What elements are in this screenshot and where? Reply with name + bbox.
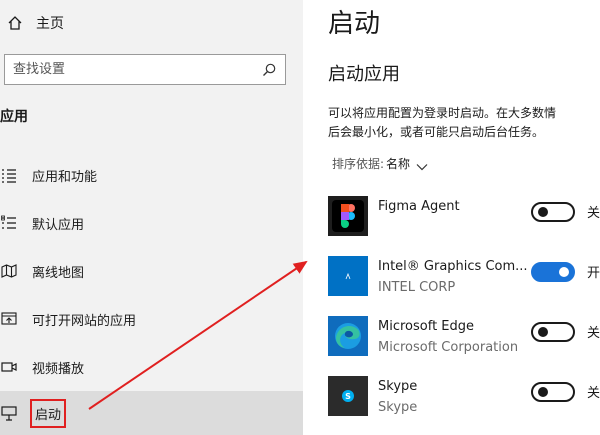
- page-subtitle: 启动应用: [328, 64, 400, 85]
- sidebar-item-apps-features[interactable]: 应用和功能: [0, 153, 303, 197]
- skype-icon: S: [328, 376, 368, 416]
- svg-text:S: S: [345, 392, 351, 401]
- description: 可以将应用配置为登录时启动。在大多数情 后会最小化，或者可能只启动后台任务。: [328, 104, 600, 142]
- sort-value: 名称: [386, 157, 411, 171]
- app-publisher: Skype: [378, 400, 418, 415]
- sidebar-item-default-apps[interactable]: 默认应用: [0, 201, 303, 245]
- home-icon: [4, 12, 26, 34]
- description-line: 可以将应用配置为登录时启动。在大多数情: [328, 106, 557, 120]
- list-icon: [0, 166, 18, 184]
- startup-toggle[interactable]: [531, 382, 575, 402]
- app-name: Skype: [378, 379, 418, 394]
- home-label: 主页: [36, 16, 64, 32]
- home-link[interactable]: 主页: [4, 10, 64, 36]
- list-item: S Skype Skype 关: [328, 376, 600, 420]
- toggle-state: 关: [587, 206, 600, 221]
- search-input[interactable]: [5, 55, 253, 84]
- sidebar-item-startup[interactable]: 启动: [0, 391, 303, 435]
- page-title: 启动: [328, 9, 381, 39]
- search-box[interactable]: [4, 54, 286, 85]
- sidebar: 主页 应用 应用和功能 默认应用 离线地图 可打开网站的应用: [0, 0, 303, 435]
- startup-icon: [0, 404, 18, 422]
- startup-toggle[interactable]: [531, 202, 575, 222]
- list-item: Microsoft Edge Microsoft Corporation 关: [328, 316, 600, 360]
- sidebar-item-label: 启动: [30, 398, 67, 428]
- figma-icon: [328, 196, 368, 236]
- list-item: Figma Agent 关: [328, 196, 600, 240]
- description-line: 后会最小化，或者可能只启动后台任务。: [328, 125, 545, 139]
- intel-graphics-icon: [328, 256, 368, 296]
- toggle-state: 关: [587, 386, 600, 401]
- sidebar-item-label: 可打开网站的应用: [32, 313, 137, 329]
- sidebar-item-label: 应用和功能: [32, 169, 98, 185]
- sidebar-item-label: 默认应用: [32, 217, 85, 233]
- sidebar-item-apps-for-websites[interactable]: 可打开网站的应用: [0, 297, 303, 341]
- app-publisher: Microsoft Corporation: [378, 340, 519, 355]
- chevron-down-icon: [416, 160, 428, 170]
- startup-toggle[interactable]: [531, 322, 575, 342]
- app-publisher: INTEL CORP: [378, 280, 456, 295]
- toggle-knob: [538, 327, 548, 337]
- toggle-knob: [538, 207, 548, 217]
- startup-toggle[interactable]: [531, 262, 575, 282]
- sidebar-item-video-playback[interactable]: 视频播放: [0, 345, 303, 389]
- sidebar-item-label: 离线地图: [32, 265, 85, 281]
- search-icon[interactable]: [261, 62, 277, 78]
- toggle-knob: [538, 387, 548, 397]
- main-content: 启动 启动应用 可以将应用配置为登录时启动。在大多数情 后会最小化，或者可能只启…: [303, 0, 600, 435]
- list-item: Intel® Graphics Com... INTEL CORP 开: [328, 256, 600, 300]
- sort-dropdown[interactable]: 排序依据: 名称: [332, 155, 428, 172]
- app-name: Intel® Graphics Com...: [378, 259, 528, 274]
- sidebar-item-label: 视频播放: [32, 361, 85, 377]
- sort-key: 排序依据:: [332, 157, 385, 171]
- edge-icon: [328, 316, 368, 356]
- website-app-icon: [0, 310, 18, 328]
- app-name: Microsoft Edge: [378, 319, 475, 334]
- sidebar-item-offline-maps[interactable]: 离线地图: [0, 249, 303, 293]
- section-title: 应用: [0, 109, 28, 125]
- toggle-state: 关: [587, 326, 600, 341]
- map-icon: [0, 262, 18, 280]
- toggle-knob: [559, 267, 569, 277]
- app-name: Figma Agent: [378, 199, 460, 214]
- default-apps-icon: [0, 214, 18, 232]
- video-icon: [0, 358, 18, 376]
- toggle-state: 开: [587, 266, 600, 281]
